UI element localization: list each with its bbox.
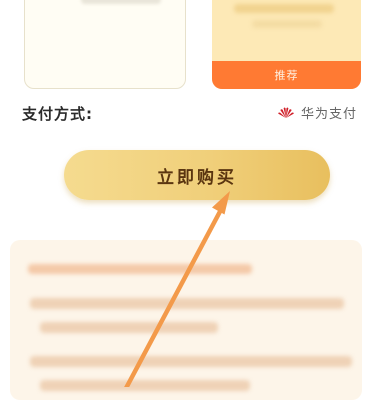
purchase-notes-panel [10,240,362,400]
plan-card-standard[interactable] [24,0,186,89]
notes-line-blurred [30,356,352,367]
notes-line-blurred [40,380,250,391]
notes-line-blurred [30,298,344,309]
plan-card-text-blurred [81,0,161,4]
notes-title-blurred [28,264,252,274]
payment-method-label: 支付方式: [22,105,93,123]
recommended-badge: 推荐 [212,61,361,89]
plan-card-recommended[interactable]: 推荐 [212,0,361,89]
buy-now-button[interactable]: 立即购买 [64,150,330,200]
plan-card-text-blurred [234,4,334,13]
notes-line-blurred [40,322,218,333]
payment-method-name: 华为支付 [300,106,357,122]
payment-method-selector[interactable]: 华为支付 [277,103,357,122]
plan-card-text-blurred [252,20,322,28]
huawei-logo-icon [278,107,294,118]
